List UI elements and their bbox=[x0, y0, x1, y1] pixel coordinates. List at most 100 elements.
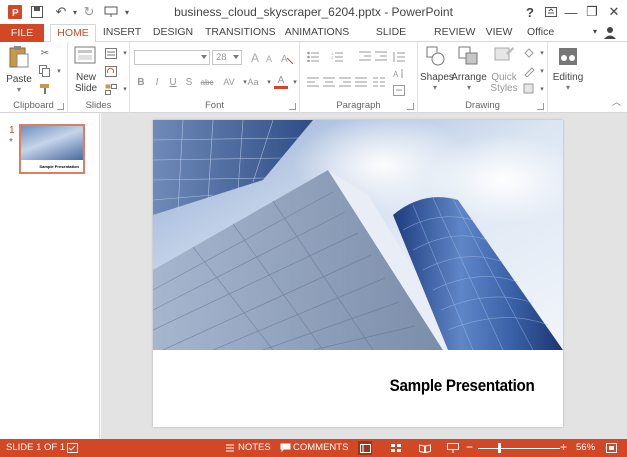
section-icon[interactable] bbox=[104, 82, 118, 96]
font-name-dropdown-icon[interactable] bbox=[201, 55, 207, 59]
change-case-button[interactable]: Aa bbox=[244, 75, 262, 89]
comments-icon[interactable] bbox=[278, 441, 292, 455]
tab-insert[interactable]: INSERT bbox=[102, 24, 142, 42]
tab-file[interactable]: FILE bbox=[0, 24, 44, 42]
shadow-button[interactable]: S bbox=[182, 75, 196, 89]
editing-button[interactable]: Editing ▾ bbox=[548, 45, 588, 92]
reset-icon[interactable] bbox=[104, 64, 118, 78]
numbering-icon[interactable]: 12 bbox=[330, 49, 344, 63]
user-dropdown-icon[interactable]: ▾ bbox=[590, 24, 600, 42]
quick-styles-label-1: Quick bbox=[491, 72, 517, 83]
font-size-dropdown-icon[interactable] bbox=[233, 55, 239, 59]
strikethrough-button[interactable]: abc bbox=[198, 75, 216, 89]
shape-effects-icon[interactable] bbox=[522, 82, 536, 96]
thumbnail-image bbox=[21, 126, 83, 160]
zoom-slider-thumb[interactable] bbox=[498, 443, 501, 453]
layout-icon[interactable] bbox=[104, 46, 118, 60]
new-slide-button[interactable]: New Slide bbox=[70, 45, 102, 94]
shrink-font-icon[interactable]: A bbox=[262, 52, 276, 66]
shape-outline-dropdown-icon[interactable]: ▾ bbox=[535, 64, 549, 78]
columns-icon[interactable] bbox=[372, 75, 386, 89]
collapse-ribbon-icon[interactable]: ︿ bbox=[612, 95, 621, 108]
bold-button[interactable]: B bbox=[134, 75, 148, 89]
format-painter-icon[interactable] bbox=[38, 82, 52, 96]
notes-icon[interactable] bbox=[223, 441, 237, 455]
reading-view-icon[interactable] bbox=[418, 441, 432, 455]
italic-button[interactable]: I bbox=[150, 75, 164, 89]
user-account[interactable]: Office Tutori... bbox=[527, 24, 589, 54]
title-bar: P ↶ ▾ ↻ ▾ business_cloud_skyscraper_6204… bbox=[0, 0, 627, 24]
slide-show-icon[interactable] bbox=[446, 441, 460, 455]
tab-design[interactable]: DESIGN bbox=[152, 24, 194, 42]
tab-home[interactable]: HOME bbox=[50, 24, 96, 43]
ribbon-display-options-button[interactable] bbox=[540, 2, 562, 22]
justify-icon[interactable] bbox=[354, 75, 368, 89]
zoom-in-button[interactable]: + bbox=[560, 440, 567, 454]
notes-button[interactable]: NOTES bbox=[238, 442, 271, 453]
svg-text:A: A bbox=[281, 54, 288, 64]
align-left-icon[interactable] bbox=[306, 75, 320, 89]
restore-button[interactable]: ❐ bbox=[581, 2, 603, 22]
tab-view[interactable]: VIEW bbox=[483, 24, 515, 42]
editing-dropdown-icon[interactable]: ▾ bbox=[548, 83, 588, 92]
font-size-box[interactable]: 28 bbox=[212, 50, 242, 65]
new-slide-label-2: Slide bbox=[74, 83, 98, 94]
increase-indent-icon[interactable] bbox=[374, 49, 388, 63]
decrease-indent-icon[interactable] bbox=[358, 49, 372, 63]
ribbon-tabs: FILE HOME INSERT DESIGN TRANSITIONS ANIM… bbox=[0, 24, 627, 54]
paste-dropdown-icon[interactable]: ▾ bbox=[4, 85, 34, 94]
arrange-dropdown-icon[interactable]: ▾ bbox=[451, 83, 487, 92]
tab-transitions[interactable]: TRANSITIONS bbox=[205, 24, 276, 42]
zoom-out-button[interactable]: − bbox=[466, 440, 473, 454]
fit-to-window-icon[interactable] bbox=[604, 441, 618, 455]
shape-fill-dropdown-icon[interactable]: ▾ bbox=[535, 46, 549, 60]
font-name-box[interactable] bbox=[134, 50, 210, 65]
binoculars-icon bbox=[548, 45, 588, 70]
bullets-icon[interactable] bbox=[306, 49, 320, 63]
help-button[interactable]: ? bbox=[519, 2, 541, 22]
zoom-slider-track[interactable] bbox=[478, 448, 560, 449]
spell-check-icon[interactable] bbox=[66, 441, 80, 455]
shapes-dropdown-icon[interactable]: ▾ bbox=[420, 83, 450, 92]
character-spacing-button[interactable]: AV bbox=[220, 75, 238, 89]
align-text-icon[interactable] bbox=[392, 83, 406, 97]
clipboard-launcher-icon[interactable] bbox=[57, 103, 64, 110]
shape-outline-icon[interactable] bbox=[522, 64, 536, 78]
line-spacing-icon[interactable] bbox=[392, 49, 406, 63]
paragraph-launcher-icon[interactable] bbox=[407, 103, 414, 110]
arrange-button[interactable]: Arrange ▾ bbox=[451, 45, 487, 92]
slides-group: New Slide ▾ ▾ Slides bbox=[68, 42, 130, 113]
shape-effects-dropdown-icon[interactable]: ▾ bbox=[535, 82, 549, 96]
align-center-icon[interactable] bbox=[322, 75, 336, 89]
tab-review[interactable]: REVIEW bbox=[434, 24, 475, 42]
font-launcher-icon[interactable] bbox=[289, 103, 296, 110]
text-direction-icon[interactable]: A bbox=[392, 66, 406, 80]
clear-formatting-icon[interactable]: A bbox=[280, 51, 294, 65]
font-color-button[interactable]: A bbox=[274, 75, 288, 89]
shapes-button[interactable]: Shapes ▾ bbox=[420, 45, 454, 92]
copy-icon[interactable] bbox=[38, 64, 52, 78]
slide-thumbnail-1[interactable]: Sample Presentation bbox=[19, 124, 85, 174]
drawing-launcher-icon[interactable] bbox=[537, 103, 544, 110]
slide-sorter-icon[interactable] bbox=[389, 441, 403, 455]
normal-view-icon[interactable] bbox=[358, 441, 372, 455]
grow-font-icon[interactable]: A bbox=[248, 51, 262, 65]
slide-number: 1 bbox=[9, 125, 15, 136]
close-button[interactable]: ✕ bbox=[603, 2, 625, 22]
slide-canvas[interactable]: Sample Presentation bbox=[153, 120, 563, 427]
font-group-label: Font bbox=[204, 100, 224, 111]
align-right-icon[interactable] bbox=[338, 75, 352, 89]
comments-button[interactable]: COMMENTS bbox=[293, 442, 348, 453]
underline-button[interactable]: U bbox=[166, 75, 180, 89]
minimize-button[interactable]: — bbox=[560, 2, 582, 22]
paste-button[interactable]: Paste ▾ bbox=[4, 45, 34, 94]
tab-slide-show[interactable]: SLIDE SHOW bbox=[360, 24, 422, 54]
copy-dropdown-icon[interactable]: ▾ bbox=[52, 64, 66, 78]
quick-styles-button[interactable]: Quick Styles bbox=[488, 45, 520, 94]
cut-icon[interactable]: ✂ bbox=[38, 46, 52, 60]
slide-title[interactable]: Sample Presentation bbox=[390, 377, 535, 396]
user-avatar-icon[interactable] bbox=[601, 24, 621, 42]
shape-fill-icon[interactable] bbox=[522, 46, 536, 60]
tab-animations[interactable]: ANIMATIONS bbox=[284, 24, 350, 42]
zoom-level[interactable]: 56% bbox=[576, 442, 595, 453]
